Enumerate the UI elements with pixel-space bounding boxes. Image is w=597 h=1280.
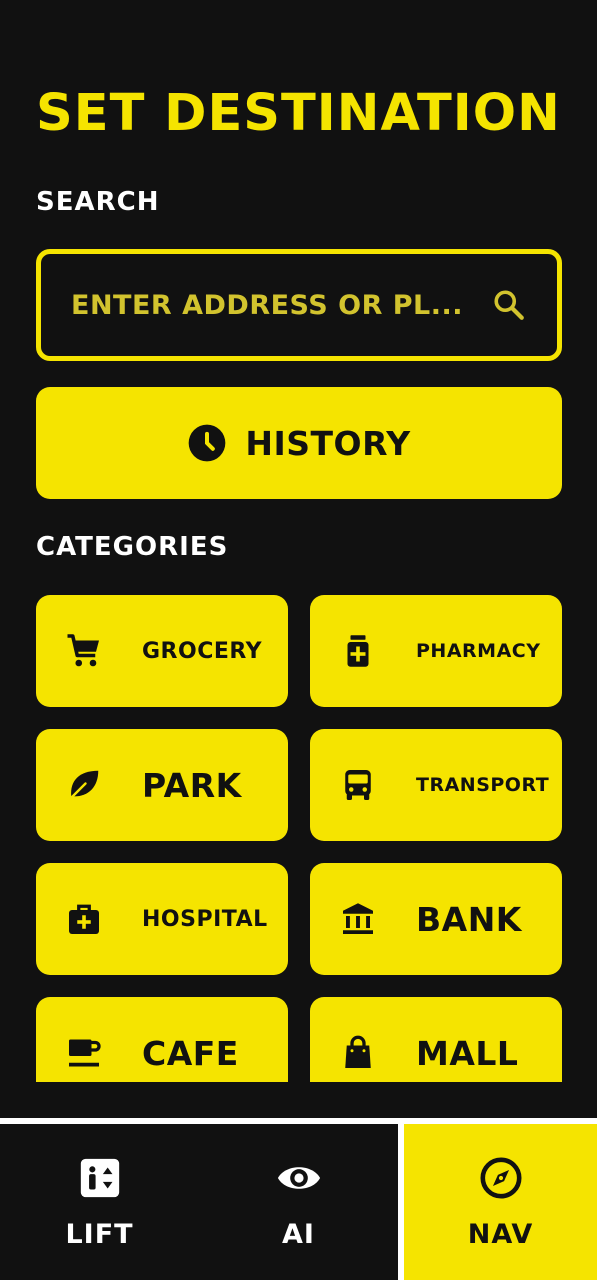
elevator-icon	[80, 1158, 119, 1197]
shopping-bag-icon	[345, 1035, 371, 1068]
category-label: MALL	[416, 1033, 519, 1073]
nav-tab-nav[interactable]: NAV	[398, 1124, 597, 1280]
set-destination-screen: SET DESTINATION SEARCH ENTER ADDRESS OR …	[0, 0, 597, 1280]
category-park[interactable]: PARK	[36, 729, 288, 841]
eye-icon	[277, 1166, 320, 1189]
page-title: SET DESTINATION	[36, 84, 561, 143]
category-label: PARK	[142, 765, 242, 805]
categories-grid: GROCERY PHARMACY PARK TRANSPORT HOSPITAL…	[36, 595, 562, 1082]
compass-icon	[479, 1156, 522, 1199]
search-input[interactable]: ENTER ADDRESS OR PL...	[36, 249, 562, 361]
category-label: PHARMACY	[416, 640, 541, 662]
medical-bag-icon	[69, 904, 99, 934]
search-placeholder: ENTER ADDRESS OR PL...	[71, 289, 464, 321]
medicine-icon	[347, 635, 369, 667]
cart-icon	[67, 634, 99, 667]
category-label: GROCERY	[142, 638, 263, 664]
category-pharmacy[interactable]: PHARMACY	[310, 595, 562, 707]
bank-icon	[343, 903, 373, 934]
category-label: CAFE	[142, 1033, 239, 1073]
category-bank[interactable]: BANK	[310, 863, 562, 975]
nav-label: AI	[282, 1218, 315, 1250]
nav-label: LIFT	[65, 1218, 134, 1250]
nav-tab-lift[interactable]: LIFT	[0, 1124, 199, 1280]
history-label: HISTORY	[245, 423, 411, 463]
coffee-icon	[69, 1039, 101, 1067]
clock-icon	[189, 424, 226, 462]
history-button[interactable]: HISTORY	[36, 387, 562, 499]
category-cafe[interactable]: CAFE	[36, 997, 288, 1082]
nav-label: NAV	[467, 1218, 534, 1250]
category-label: HOSPITAL	[142, 906, 268, 932]
search-section-label: SEARCH	[36, 187, 160, 217]
categories-section-label: CATEGORIES	[36, 532, 229, 562]
bus-icon	[345, 770, 371, 800]
bottom-nav: LIFT AI NAV	[0, 1124, 597, 1280]
category-grocery[interactable]: GROCERY	[36, 595, 288, 707]
leaf-icon	[67, 770, 99, 802]
category-label: TRANSPORT	[416, 774, 550, 796]
nav-tab-ai[interactable]: AI	[199, 1124, 398, 1280]
category-hospital[interactable]: HOSPITAL	[36, 863, 288, 975]
category-mall[interactable]: MALL	[310, 997, 562, 1082]
category-transport[interactable]: TRANSPORT	[310, 729, 562, 841]
search-icon[interactable]	[491, 287, 527, 323]
category-label: BANK	[416, 899, 522, 939]
